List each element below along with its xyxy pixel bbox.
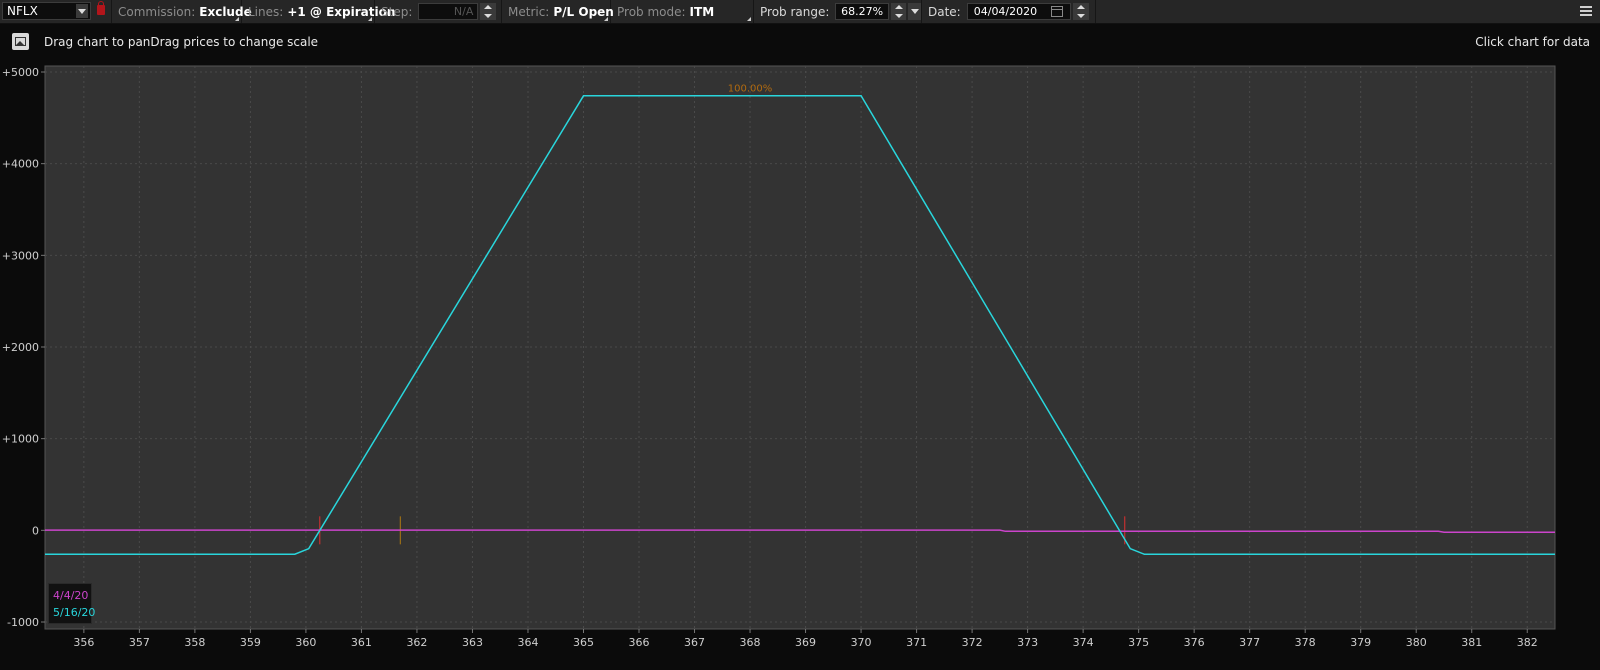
drag-hint-text: Drag chart to panDrag prices to change s… (44, 35, 319, 49)
x-tick-label: 363 (462, 636, 483, 649)
x-tick-label: 370 (851, 636, 872, 649)
lines-section[interactable]: Lines: +1 @ Expiration (242, 0, 395, 23)
x-tick-label: 371 (906, 636, 927, 649)
metric-dropdown-corner (604, 17, 608, 21)
y-tick-label: +5000 (2, 66, 39, 79)
commission-label: Commission: (118, 4, 196, 19)
chart-image-icon[interactable] (12, 33, 29, 50)
x-tick-label: 357 (129, 636, 150, 649)
y-tick-label: -1000 (7, 616, 39, 629)
prob-range-spinner[interactable] (890, 3, 906, 20)
y-tick-label: +3000 (2, 249, 39, 262)
commission-dropdown-corner (235, 17, 239, 21)
x-tick-label: 369 (795, 636, 816, 649)
x-tick-label: 361 (351, 636, 372, 649)
prob-range-label: Prob range: (760, 4, 830, 19)
prob-range-dropdown-button[interactable] (907, 3, 921, 20)
x-tick-label: 362 (406, 636, 427, 649)
info-bar: Drag chart to panDrag prices to change s… (0, 24, 1600, 62)
prob-range-section: Prob range: 68.27% (754, 0, 922, 23)
x-tick-label: 359 (240, 636, 261, 649)
probability-label: 100.00% (728, 83, 773, 94)
x-tick-label: 367 (684, 636, 705, 649)
prob-mode-label: Prob mode: (617, 4, 686, 19)
date-label: Date: (928, 4, 961, 19)
date-section: Date: 04/04/2020 (922, 0, 1096, 23)
x-tick-label: 368 (740, 636, 761, 649)
toolbar: NFLX Commission: Exclude Lines: +1 @ Exp… (0, 0, 1600, 24)
click-chart-hint: Click chart for data (1475, 35, 1590, 49)
annotations: 100.00% (728, 83, 773, 94)
risk-profile-chart[interactable]: +5000+4000+3000+2000+10000-1000 356 357 35… (0, 62, 1600, 670)
lock-icon[interactable] (97, 1, 105, 15)
x-tick-label: 381 (1461, 636, 1482, 649)
metric-label: Metric: (508, 4, 550, 19)
x-tick-label: 380 (1406, 636, 1427, 649)
x-tick-label: 360 (295, 636, 316, 649)
x-tick-label: 376 (1184, 636, 1205, 649)
step-section: Step: N/A (375, 0, 502, 23)
x-tick-label: 382 (1517, 636, 1538, 649)
x-tick-label: 365 (573, 636, 594, 649)
step-label: Step: (381, 4, 413, 19)
prob-range-field[interactable]: 68.27% (835, 3, 889, 20)
prob-mode-section[interactable]: Prob mode: ITM (611, 0, 754, 23)
y-tick-label: +4000 (2, 158, 39, 171)
legend-item-expiration: 5/16/20 (53, 606, 96, 619)
y-tick-label: +1000 (2, 433, 39, 446)
y-tick-label: 0 (32, 524, 39, 537)
x-tick-label: 364 (517, 636, 538, 649)
prob-mode-dropdown-corner (747, 17, 751, 21)
x-tick-label: 375 (1128, 636, 1149, 649)
metric-section[interactable]: Metric: P/L Open (502, 0, 614, 23)
y-tick-label: +2000 (2, 341, 39, 354)
menu-icon[interactable] (1580, 6, 1592, 17)
x-tick-label: 374 (1073, 636, 1094, 649)
legend-item-current: 4/4/20 (53, 589, 89, 602)
prob-mode-value[interactable]: ITM (690, 5, 715, 19)
calendar-icon[interactable] (1050, 6, 1063, 17)
symbol-dropdown-button[interactable] (76, 4, 88, 18)
step-field[interactable]: N/A (418, 3, 479, 20)
x-tick-label: 373 (1017, 636, 1038, 649)
symbol-value: NFLX (7, 4, 38, 18)
y-axis-ticks: +5000 +4000 +3000 +2000 +1000 0 -1000 (2, 66, 45, 629)
x-tick-label: 377 (1239, 636, 1260, 649)
x-tick-label: 378 (1295, 636, 1316, 649)
x-tick-label: 356 (73, 636, 94, 649)
lines-label: Lines: (248, 4, 284, 19)
x-tick-label: 372 (962, 636, 983, 649)
x-tick-label: 358 (184, 636, 205, 649)
x-tick-label: 379 (1350, 636, 1371, 649)
lines-dropdown-corner (368, 17, 372, 21)
x-axis-ticks: 356 357 358 359 360 361 362 363 364 365 366 367 368 3… (73, 629, 1538, 649)
commission-section[interactable]: Commission: Exclude (112, 0, 252, 23)
x-tick-label: 366 (629, 636, 650, 649)
date-spinner[interactable] (1072, 3, 1089, 20)
chart-legend: 4/4/20 5/16/20 (48, 583, 96, 624)
step-spinner[interactable] (480, 3, 497, 20)
symbol-section: NFLX (0, 0, 112, 23)
